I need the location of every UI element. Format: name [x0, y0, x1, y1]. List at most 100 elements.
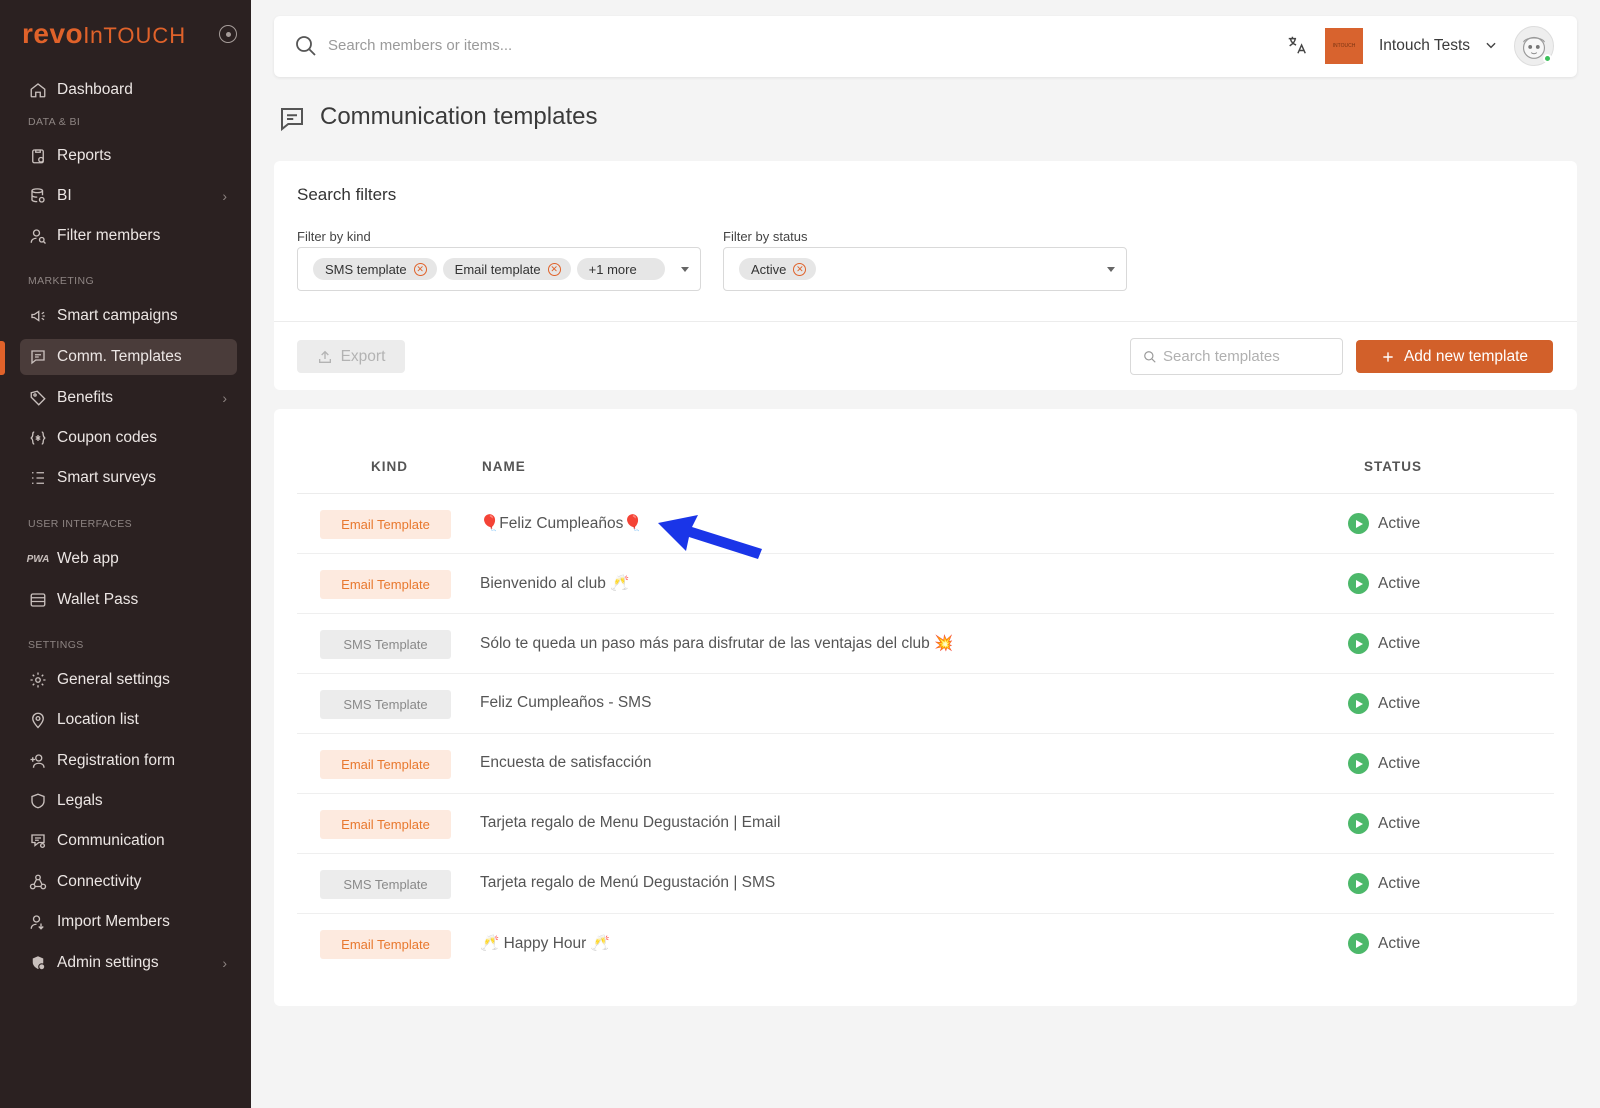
- chevron-right-icon: ›: [222, 390, 227, 406]
- sidebar-item-dashboard[interactable]: Dashboard: [20, 72, 237, 108]
- table-row[interactable]: Email Template 🎈Feliz Cumpleaños🎈 Active: [297, 494, 1554, 554]
- braces-asterisk-icon: [28, 428, 48, 448]
- kind-badge: Email Template: [320, 750, 451, 779]
- kind-badge: Email Template: [320, 810, 451, 839]
- table-row[interactable]: Email Template Encuesta de satisfacción Ac…: [297, 734, 1554, 794]
- kind-badge: SMS Template: [320, 690, 451, 719]
- template-name[interactable]: 🥂 Happy Hour 🥂: [480, 934, 610, 953]
- sidebar-item-label: Communication: [57, 832, 165, 849]
- export-button[interactable]: Export: [297, 340, 405, 373]
- status-label: Active: [1378, 634, 1421, 652]
- logo-row: revo In TOUCH: [22, 18, 237, 50]
- sidebar-item-label: General settings: [57, 671, 170, 688]
- sidebar-item-general-settings[interactable]: General settings: [20, 662, 237, 698]
- template-name[interactable]: Tarjeta regalo de Menú Degustación | SMS: [480, 874, 775, 892]
- user-import-icon: [28, 912, 48, 932]
- translate-icon[interactable]: [1286, 34, 1308, 61]
- remove-chip-icon[interactable]: ✕: [547, 262, 561, 276]
- table-row[interactable]: SMS Template Feliz Cumpleaños - SMS Active: [297, 674, 1554, 734]
- logo[interactable]: revo In TOUCH: [22, 18, 186, 50]
- template-name[interactable]: 🎈Feliz Cumpleaños🎈: [480, 514, 643, 533]
- sidebar-item-label: Smart surveys: [57, 469, 157, 486]
- chip-label: Active: [751, 261, 787, 277]
- template-name[interactable]: Sólo te queda un paso más para disfrutar…: [480, 634, 953, 653]
- sidebar-item-registration-form[interactable]: Registration form: [20, 743, 237, 779]
- template-search-placeholder: Search templates: [1163, 348, 1280, 365]
- play-icon: [1348, 813, 1369, 834]
- sidebar-item-web-app[interactable]: PWA Web app: [20, 541, 237, 577]
- filter-kind-select[interactable]: SMS template ✕ Email template ✕ +1 more: [297, 247, 701, 291]
- sidebar-item-label: Dashboard: [57, 81, 133, 98]
- account-name[interactable]: Intouch Tests: [1379, 37, 1470, 55]
- user-search-icon: [28, 226, 48, 246]
- status-label: Active: [1378, 694, 1421, 712]
- page-title: Communication templates: [320, 103, 598, 130]
- section-label-data-bi: DATA & BI: [28, 116, 81, 128]
- sidebar-item-benefits[interactable]: Benefits ›: [20, 380, 237, 416]
- sidebar-item-label: BI: [57, 187, 72, 204]
- sidebar-item-label: Import Members: [57, 913, 170, 930]
- sidebar-item-communication[interactable]: Communication: [20, 823, 237, 859]
- more-chips-badge[interactable]: +1 more: [576, 258, 665, 280]
- sidebar-item-reports[interactable]: Reports: [20, 138, 237, 174]
- sidebar-item-legals[interactable]: Legals: [20, 783, 237, 819]
- sidebar-item-label: Comm. Templates: [57, 348, 182, 365]
- template-name[interactable]: Tarjeta regalo de Menu Degustación | Ema…: [480, 814, 780, 832]
- avatar[interactable]: [1514, 26, 1554, 66]
- sidebar-item-comm-templates[interactable]: Comm. Templates: [20, 339, 237, 375]
- column-header-name[interactable]: NAME: [482, 459, 526, 474]
- sidebar-item-filter-members[interactable]: Filter members: [20, 218, 237, 254]
- active-indicator: [0, 341, 5, 375]
- sidebar-item-admin-settings[interactable]: Admin settings ›: [20, 945, 237, 981]
- chip-label: SMS template: [325, 261, 407, 277]
- sidebar-item-connectivity[interactable]: Connectivity: [20, 864, 237, 900]
- column-header-kind[interactable]: KIND: [371, 459, 408, 474]
- filter-chip: Email template ✕: [442, 258, 571, 280]
- sidebar-item-location-list[interactable]: Location list: [20, 702, 237, 738]
- sidebar-item-bi[interactable]: BI ›: [20, 178, 237, 214]
- column-header-status[interactable]: STATUS: [1364, 459, 1422, 474]
- table-row[interactable]: Email Template Tarjeta regalo de Menu Deg…: [297, 794, 1554, 854]
- tag-icon: [28, 388, 48, 408]
- collapse-sidebar-button[interactable]: [219, 25, 237, 43]
- table-row[interactable]: SMS Template Tarjeta regalo de Menú Degus…: [297, 854, 1554, 914]
- add-new-template-button[interactable]: Add new template: [1356, 340, 1553, 373]
- logo-in: In: [83, 22, 104, 48]
- kind-badge: SMS Template: [320, 870, 451, 899]
- search-icon: [1144, 350, 1156, 363]
- sidebar-item-import-members[interactable]: Import Members: [20, 904, 237, 940]
- webhook-icon: [28, 872, 48, 892]
- user-plus-icon: [28, 751, 48, 771]
- upload-icon: [318, 350, 331, 363]
- status-cell: Active: [1348, 873, 1420, 894]
- template-name[interactable]: Encuesta de satisfacción: [480, 754, 651, 772]
- clipboard-icon: [28, 146, 48, 166]
- global-search-input[interactable]: Search members or items...: [328, 37, 512, 54]
- sidebar: revo In TOUCH Dashboard DATA & BI Reports …: [0, 0, 251, 1108]
- remove-chip-icon[interactable]: ✕: [793, 262, 807, 276]
- sidebar-item-wallet-pass[interactable]: Wallet Pass: [20, 582, 237, 618]
- filter-status-label: Filter by status: [723, 229, 808, 244]
- sidebar-item-label: Registration form: [57, 752, 176, 769]
- sidebar-item-label: Wallet Pass: [57, 591, 139, 608]
- sidebar-item-smart-surveys[interactable]: Smart surveys: [20, 460, 237, 496]
- table-row[interactable]: SMS Template Sólo te queda un paso más pa…: [297, 614, 1554, 674]
- status-label: Active: [1378, 814, 1421, 832]
- templates-table: KIND NAME STATUS Email Template 🎈Feliz Cu…: [274, 409, 1577, 1006]
- filter-chip: SMS template ✕: [313, 258, 437, 280]
- table-row[interactable]: Email Template 🥂 Happy Hour 🥂 Active: [297, 914, 1554, 974]
- status-label: Active: [1378, 934, 1421, 952]
- sidebar-item-smart-campaigns[interactable]: Smart campaigns: [20, 298, 237, 334]
- remove-chip-icon[interactable]: ✕: [413, 262, 427, 276]
- template-name[interactable]: Bienvenido al club 🥂: [480, 574, 629, 593]
- add-new-template-label: Add new template: [1403, 347, 1529, 365]
- template-search-input[interactable]: Search templates: [1130, 338, 1343, 375]
- sidebar-item-coupon-codes[interactable]: Coupon codes: [20, 420, 237, 456]
- table-row[interactable]: Email Template Bienvenido al club 🥂 Active: [297, 554, 1554, 614]
- kind-badge: Email Template: [320, 510, 451, 539]
- sidebar-item-label: Web app: [57, 550, 119, 567]
- chevron-down-icon[interactable]: [1484, 38, 1498, 57]
- template-name[interactable]: Feliz Cumpleaños - SMS: [480, 694, 651, 712]
- chevron-right-icon: ›: [222, 955, 227, 971]
- filter-status-select[interactable]: Active ✕: [723, 247, 1127, 291]
